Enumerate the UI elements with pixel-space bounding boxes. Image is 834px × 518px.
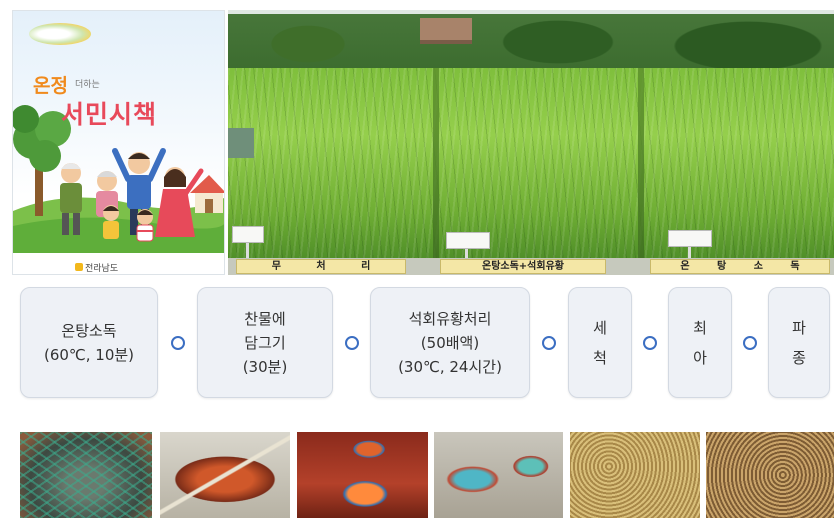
photo-water — [228, 128, 254, 158]
family-illustration — [13, 105, 224, 274]
step-line: 종 — [792, 348, 806, 367]
step-line: (60℃, 10분) — [43, 345, 135, 364]
plot-divider — [433, 68, 439, 260]
field-label-untreated: 무 처 리 — [236, 259, 406, 274]
step-line: (30℃, 24시간) — [398, 357, 502, 376]
photo-rice-plants — [228, 68, 834, 260]
field-sign — [232, 226, 264, 243]
brochure-title-part-1: 온정 — [33, 75, 68, 97]
flow-connector-icon — [743, 336, 757, 350]
flow-connector-icon — [171, 336, 185, 350]
plot-divider — [638, 68, 644, 260]
flow-connector-icon — [643, 336, 657, 350]
step-hot-water-disinfection: 온탕소독 (60℃, 10분) — [20, 287, 158, 398]
field-sign — [446, 232, 490, 249]
step-line: 파 — [792, 318, 806, 337]
photo-sprouted-seeds — [570, 432, 700, 518]
step-line: 아 — [693, 348, 707, 367]
photo-seed-soaking-tub — [160, 432, 290, 518]
brochure-title-main: 서민시책 — [61, 100, 158, 129]
step-washing: 세 척 — [568, 287, 632, 398]
brochure-logo — [29, 23, 91, 45]
flow-connector-icon — [542, 336, 556, 350]
step-line: (50배액) — [420, 333, 480, 352]
step-line: 세 — [593, 318, 607, 337]
photo-lime-sulfur-buckets — [297, 432, 428, 518]
step-sowing: 파 종 — [768, 287, 830, 398]
step-line: 온탕소독 — [61, 321, 117, 340]
step-germination: 최 아 — [668, 287, 732, 398]
step-line: 석회유황처리 — [408, 309, 492, 328]
field-label-hotwater: 온 탕 소 독 — [650, 259, 830, 274]
flow-connector-icon — [345, 336, 359, 350]
brochure-publisher: 전라남도 — [85, 264, 119, 274]
step-line: (30분) — [242, 357, 288, 376]
publisher-emblem-icon — [75, 263, 83, 271]
step-line: 척 — [593, 348, 607, 367]
step-line: 최 — [693, 318, 707, 337]
brochure-cover: 온정 더하는 서민시책 전라남도 — [12, 10, 225, 275]
brochure-title-part-2: 더하는 — [75, 80, 100, 90]
step-line: 담그기 — [244, 333, 286, 352]
photo-seeds-for-sowing — [706, 432, 834, 518]
field-label-hotwater-lime-sulfur: 온탕소독+석회유황 — [440, 259, 606, 274]
step-lime-sulfur-treatment: 석회유황처리 (50배액) (30℃, 24시간) — [370, 287, 530, 398]
photo-building — [420, 18, 472, 44]
photo-washing-buckets — [434, 432, 563, 518]
step-cold-water-soak: 찬물에 담그기 (30분) — [197, 287, 333, 398]
step-line: 찬물에 — [244, 309, 286, 328]
field-sign — [668, 230, 712, 247]
rice-field-photo: 무 처 리 온탕소독+석회유황 온 탕 소 독 — [228, 10, 834, 275]
photo-seed-net-in-water — [20, 432, 152, 518]
